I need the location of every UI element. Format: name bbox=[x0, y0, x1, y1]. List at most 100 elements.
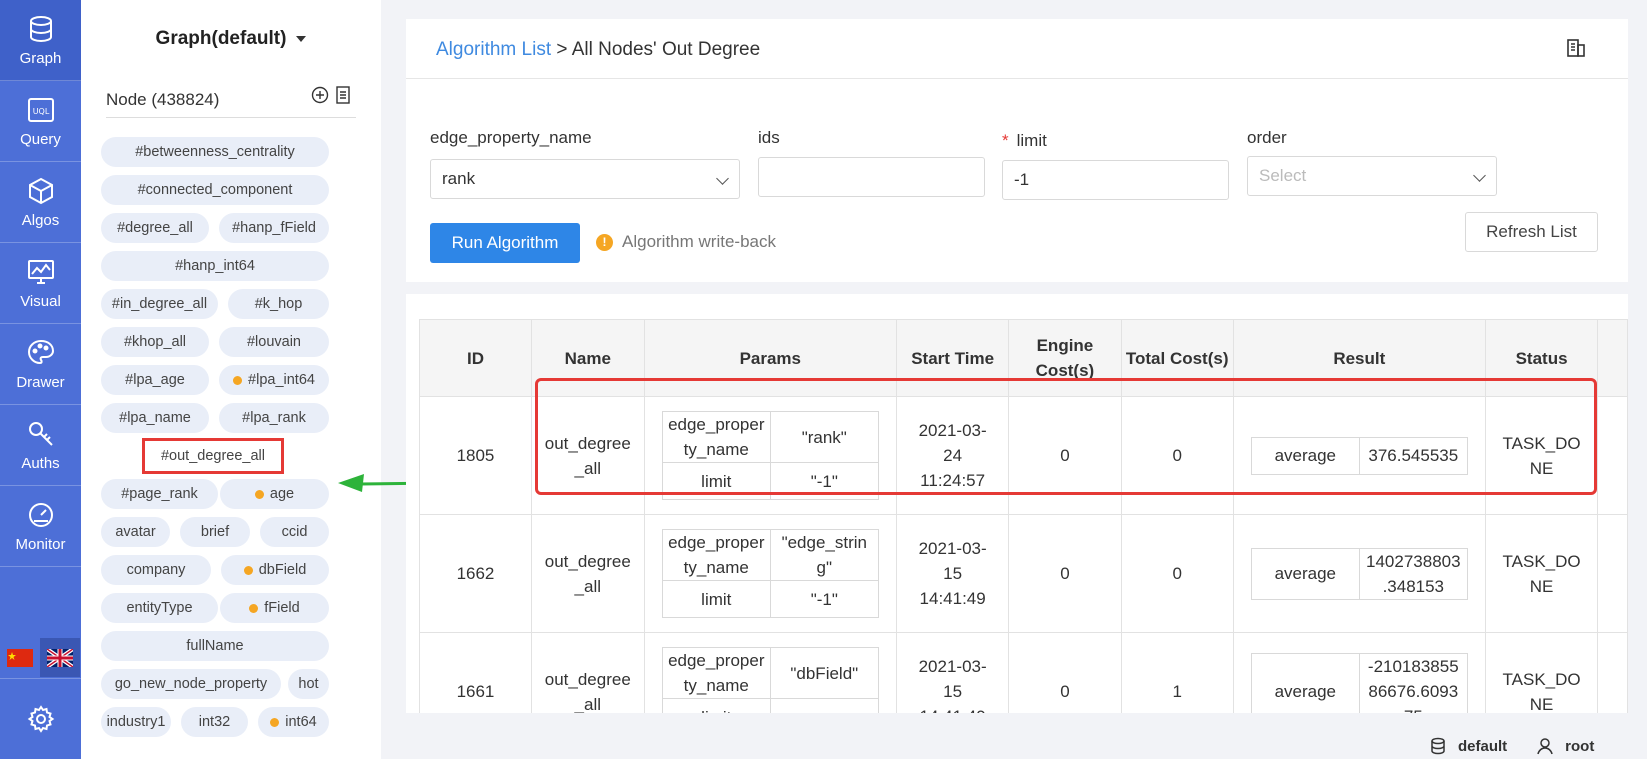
dashboard-icon bbox=[28, 502, 53, 527]
ids-input[interactable] bbox=[758, 157, 985, 197]
schema-panel: Graph(default) Node (438824) #betweennes… bbox=[81, 0, 381, 759]
property-tag[interactable]: #lpa_rank bbox=[219, 403, 329, 433]
order-select[interactable]: Select bbox=[1247, 156, 1497, 196]
property-tag[interactable]: avatar bbox=[101, 517, 170, 547]
property-tag-label: #page_rank bbox=[121, 486, 198, 502]
nav-label: Monitor bbox=[15, 535, 66, 553]
property-tag[interactable]: #lpa_int64 bbox=[219, 365, 329, 395]
nav-monitor[interactable]: Monitor bbox=[0, 486, 81, 567]
spacer-cell bbox=[1597, 632, 1628, 713]
property-tag[interactable]: int32 bbox=[181, 707, 248, 737]
language-switcher bbox=[0, 638, 81, 677]
property-tag[interactable]: fField bbox=[220, 593, 329, 623]
property-tag[interactable]: entityType bbox=[101, 593, 218, 623]
uql-icon: UQL bbox=[27, 97, 54, 122]
edge-property-value: rank bbox=[442, 169, 476, 188]
property-tag[interactable]: #connected_component bbox=[101, 175, 329, 205]
edge-property-select[interactable]: rank bbox=[430, 159, 740, 199]
task-name-cell: out_degree _all bbox=[530, 632, 645, 713]
document-icon[interactable] bbox=[1566, 38, 1586, 58]
property-tag[interactable]: industry1 bbox=[101, 707, 171, 737]
nav-drawer[interactable]: Drawer bbox=[0, 324, 81, 405]
property-tag-label: #khop_all bbox=[123, 334, 187, 350]
property-tag[interactable]: #k_hop bbox=[228, 289, 329, 319]
cn-flag-icon[interactable] bbox=[0, 638, 40, 677]
writeback-option[interactable]: ! Algorithm write-back bbox=[596, 232, 776, 252]
param-value: "-1" bbox=[769, 580, 879, 618]
property-tag-label: #hanp_int64 bbox=[175, 258, 255, 274]
nav-query[interactable]: UQL Query bbox=[0, 81, 81, 162]
task-result-cell: average 1402738803.348153 bbox=[1232, 514, 1486, 633]
property-tag[interactable]: int64 bbox=[258, 707, 329, 737]
settings-button[interactable] bbox=[0, 678, 81, 759]
param-row: edge_proper ty_name "dbField" bbox=[661, 647, 879, 699]
nav-label: Query bbox=[20, 130, 61, 148]
graph-selector[interactable]: Graph(default) bbox=[81, 28, 381, 50]
property-tag-label: avatar bbox=[115, 524, 156, 540]
nav-graph[interactable]: Graph bbox=[0, 0, 81, 81]
task-status-cell: TASK_DO NE bbox=[1484, 632, 1599, 713]
breadcrumb-link[interactable]: Algorithm List bbox=[436, 39, 551, 60]
property-tag[interactable]: #betweenness_centrality bbox=[101, 137, 329, 167]
run-algorithm-button[interactable]: Run Algorithm bbox=[430, 223, 580, 263]
property-tag[interactable]: #out_degree_all bbox=[142, 438, 284, 474]
status-graph-name: default bbox=[1458, 737, 1508, 755]
table-row[interactable]: 1661 out_degree _all edge_proper ty_name "dbF… bbox=[419, 632, 1628, 713]
result-key: average bbox=[1250, 547, 1360, 600]
property-tag-label: #degree_all bbox=[117, 220, 193, 236]
property-tag-label: hot bbox=[298, 676, 319, 692]
property-tag[interactable]: #lpa_age bbox=[101, 365, 209, 395]
chevron-down-icon bbox=[716, 172, 729, 185]
param-row: edge_proper ty_name "edge_strin g" bbox=[661, 529, 879, 581]
property-tag[interactable]: #lpa_name bbox=[101, 403, 209, 433]
refresh-list-button[interactable]: Refresh List bbox=[1465, 212, 1598, 252]
database-icon bbox=[29, 15, 52, 42]
property-tag[interactable]: age bbox=[220, 479, 329, 509]
engine-cost-cell: 0 bbox=[1008, 514, 1122, 633]
property-tag[interactable]: #louvain bbox=[219, 327, 329, 357]
limit-input[interactable]: -1 bbox=[1002, 160, 1229, 200]
user-icon bbox=[1537, 738, 1553, 755]
property-tag-label: industry1 bbox=[106, 714, 166, 730]
nav-label: Graph bbox=[19, 49, 62, 67]
edge-property-label: edge_property_name bbox=[430, 128, 592, 147]
writeback-label: Algorithm write-back bbox=[622, 232, 776, 251]
add-circle-icon[interactable] bbox=[311, 86, 329, 104]
param-key: limit bbox=[661, 580, 771, 618]
breadcrumb-current: All Nodes' Out Degree bbox=[571, 39, 761, 60]
property-tag[interactable]: brief bbox=[180, 517, 250, 547]
property-tag[interactable]: #hanp_fField bbox=[219, 213, 329, 243]
graph-title: Graph(default) bbox=[155, 28, 287, 49]
breadcrumb: Algorithm List > All Nodes' Out Degree bbox=[436, 39, 760, 61]
task-name-cell: out_degree _all bbox=[530, 514, 645, 633]
property-tag[interactable]: fullName bbox=[101, 631, 329, 661]
order-label: order bbox=[1247, 128, 1287, 147]
property-tag-label: #hanp_fField bbox=[232, 220, 316, 236]
property-tag[interactable]: #in_degree_all bbox=[101, 289, 218, 319]
property-tag[interactable]: ccid bbox=[260, 517, 329, 547]
uk-flag-icon[interactable] bbox=[40, 638, 80, 677]
property-tag-label: #connected_component bbox=[137, 182, 293, 198]
nav-algos[interactable]: Algos bbox=[0, 162, 81, 243]
table-row[interactable]: 1662 out_degree _all edge_proper ty_name "edg… bbox=[419, 514, 1628, 633]
nav-auths[interactable]: Auths bbox=[0, 405, 81, 486]
task-id-cell: 1805 bbox=[419, 396, 532, 515]
indexed-dot-icon bbox=[270, 717, 280, 727]
svg-text:UQL: UQL bbox=[32, 107, 49, 116]
list-doc-icon[interactable] bbox=[335, 86, 351, 104]
algorithm-card: Algorithm List > All Nodes' Out Degree e… bbox=[406, 19, 1628, 282]
nav-visual[interactable]: Visual bbox=[0, 243, 81, 324]
property-tag[interactable]: #degree_all bbox=[101, 213, 209, 243]
property-tag[interactable]: company bbox=[101, 555, 211, 585]
property-tag[interactable]: dbField bbox=[221, 555, 329, 585]
property-tag-label: ccid bbox=[281, 524, 308, 540]
property-tag[interactable]: #page_rank bbox=[101, 479, 218, 509]
property-tag[interactable]: #hanp_int64 bbox=[101, 251, 329, 281]
property-tag[interactable]: hot bbox=[288, 669, 329, 699]
status-graph: default bbox=[1430, 737, 1507, 755]
property-tag[interactable]: go_new_node_property bbox=[101, 669, 281, 699]
result-value: 1402738803.348153 bbox=[1358, 547, 1468, 600]
property-tag[interactable]: #khop_all bbox=[101, 327, 209, 357]
nav-label: Algos bbox=[21, 211, 60, 229]
spacer-cell bbox=[1597, 396, 1628, 515]
